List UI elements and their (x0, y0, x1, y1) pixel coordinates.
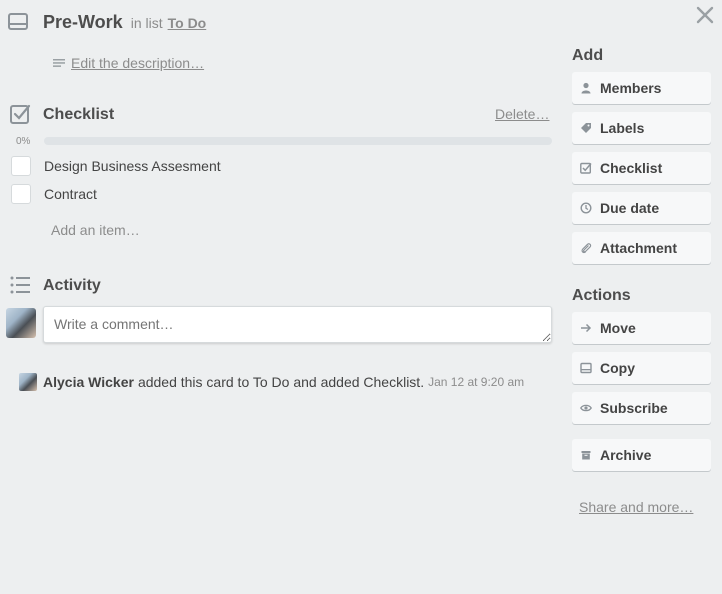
checklist-delete-link[interactable]: Delete… (495, 106, 549, 122)
activity-entry: Alycia Wicker added this card to To Do a… (19, 373, 524, 391)
add-section-title: Add (572, 47, 604, 64)
due-date-button[interactable]: Due date (572, 192, 711, 224)
members-button-label: Members (600, 80, 662, 96)
tag-icon (581, 123, 591, 133)
add-checklist-item[interactable]: Add an item… (51, 222, 140, 238)
card-icon (580, 362, 592, 374)
in-list-prefix: in list (130, 15, 163, 31)
clock-icon (580, 202, 592, 214)
close-button[interactable] (694, 4, 716, 26)
arrow-right-icon (581, 323, 592, 333)
list-link[interactable]: To Do (168, 15, 207, 31)
copy-button-label: Copy (600, 360, 635, 376)
attachment-button-label: Attachment (600, 240, 678, 256)
card-header: Pre-Work in list To Do (43, 12, 206, 33)
archive-button-label: Archive (600, 447, 652, 463)
subscribe-button[interactable]: Subscribe (572, 392, 711, 424)
checklist-item-checkbox[interactable] (11, 156, 31, 176)
labels-button-label: Labels (600, 120, 645, 136)
checkbox-icon (580, 162, 592, 174)
checklist-button-label: Checklist (600, 160, 663, 176)
actions-section-title: Actions (572, 287, 631, 304)
share-and-more-link[interactable]: Share and more… (579, 499, 693, 515)
copy-button[interactable]: Copy (572, 352, 711, 384)
checklist-progress-label: 0% (16, 136, 31, 147)
due-date-button-label: Due date (600, 200, 660, 216)
checklist-item-label[interactable]: Contract (44, 186, 97, 202)
checklist-progress-bar (44, 137, 552, 145)
checklist-button[interactable]: Checklist (572, 152, 711, 184)
card-icon (8, 13, 28, 36)
archive-button[interactable]: Archive (572, 439, 711, 471)
edit-description-link[interactable]: Edit the description… (53, 55, 204, 71)
activity-icon (10, 276, 32, 299)
edit-description-label: Edit the description… (71, 55, 205, 71)
checklist-title: Checklist (43, 106, 115, 123)
description-icon (53, 59, 65, 67)
subscribe-button-label: Subscribe (600, 400, 668, 416)
paperclip-icon (581, 243, 592, 254)
avatar (6, 308, 36, 338)
move-button[interactable]: Move (572, 312, 711, 344)
archive-icon (581, 451, 591, 460)
checklist-item: Design Business Assesment (11, 156, 221, 176)
activity-title: Activity (43, 277, 101, 294)
card-title[interactable]: Pre-Work (43, 12, 123, 33)
comment-input[interactable] (43, 306, 552, 343)
checklist-item: Contract (11, 184, 97, 204)
members-button[interactable]: Members (572, 72, 711, 104)
close-icon (696, 6, 714, 24)
eye-icon (580, 404, 592, 412)
avatar (19, 373, 37, 391)
person-icon (581, 82, 591, 94)
activity-text: added this card to To Do and added Check… (137, 374, 425, 390)
activity-user[interactable]: Alycia Wicker (43, 374, 134, 390)
labels-button[interactable]: Labels (572, 112, 711, 144)
checklist-item-checkbox[interactable] (11, 184, 31, 204)
checklist-icon (10, 104, 32, 129)
move-button-label: Move (600, 320, 636, 336)
activity-time[interactable]: Jan 12 at 9:20 am (428, 375, 524, 389)
attachment-button[interactable]: Attachment (572, 232, 711, 264)
checklist-item-label[interactable]: Design Business Assesment (44, 158, 221, 174)
